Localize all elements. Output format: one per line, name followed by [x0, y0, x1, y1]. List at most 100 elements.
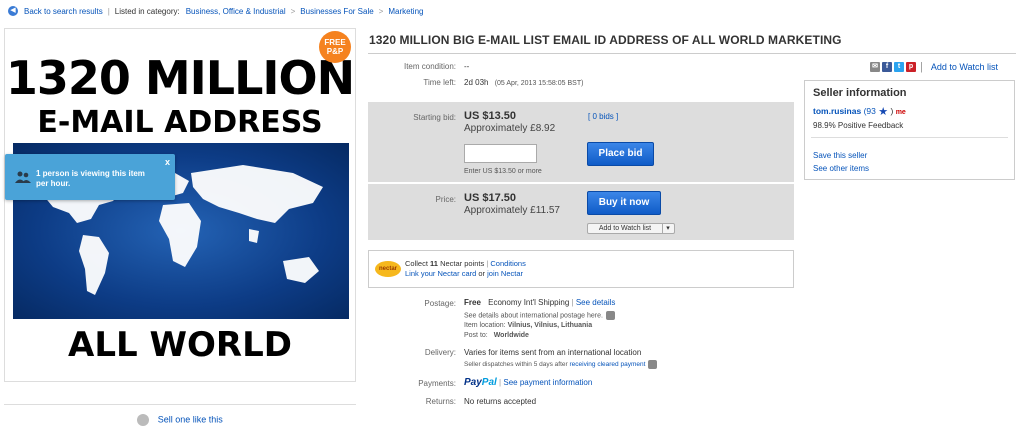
delivery-label: Delivery: — [424, 348, 456, 357]
watch-button-label: Add to Watch list — [598, 225, 652, 232]
nectar-logo-icon: nectar — [375, 261, 401, 277]
bid-section: Starting bid: US $13.50 Approximately £8… — [368, 102, 794, 182]
paypal-logo-part1: Pay — [464, 377, 482, 388]
share-separator: | — [920, 61, 923, 73]
people-icon — [15, 171, 31, 183]
postage-method: Economy Int'l Shipping — [488, 298, 570, 307]
nectar-collect-line: Collect 11 Nectar points | Conditions — [405, 259, 526, 268]
delivery-note: Seller dispatches within 5 days after re… — [464, 360, 658, 369]
buy-price-approx: Approximately £11.57 — [464, 205, 560, 216]
bids-count-link[interactable]: [ 0 bids ] — [588, 112, 618, 121]
starting-bid-price: US $13.50 — [464, 110, 516, 122]
link-nectar-card-link[interactable]: Link your Nectar card — [405, 269, 476, 278]
cleared-payment-link[interactable]: receiving cleared payment — [570, 361, 646, 368]
viewers-popup: 1 person is viewing this item per hour. … — [5, 154, 175, 200]
breadcrumb-pipe: | — [107, 6, 110, 16]
postage-sep: | — [571, 298, 574, 307]
nectar-points: 11 — [430, 259, 438, 268]
time-left-duration: 2d 03h — [464, 78, 489, 87]
buy-section: Price: US $17.50 Approximately £11.57 Bu… — [368, 184, 794, 240]
postage-value: Free Economy Int'l Shipping | See detail… — [464, 298, 615, 307]
bid-hint: Enter US $13.50 or more — [464, 168, 542, 175]
payments-value: PayPal | See payment information — [464, 377, 592, 388]
seller-score-close: ) — [890, 105, 894, 116]
payments-sep: | — [499, 378, 502, 387]
post-to: Post to: Worldwide — [464, 332, 529, 339]
postage-intl-note: See details about international postage … — [464, 311, 615, 320]
payments-label: Payments: — [418, 379, 456, 388]
time-left-detail: (05 Apr, 2013 15:58:05 BST) — [494, 80, 584, 87]
item-title: 1320 MILLION BIG E-MAIL LIST EMAIL ID AD… — [369, 33, 842, 47]
star-icon: ★ — [878, 106, 889, 118]
seller-name-line: tom.rusinas (93 ★ ) me — [813, 105, 906, 118]
see-other-items-link[interactable]: See other items — [813, 164, 869, 173]
seller-name-link[interactable]: tom.rusinas — [813, 106, 861, 116]
viewers-text: 1 person is viewing this item per hour. — [36, 169, 145, 188]
time-left-value: 2d 03h (05 Apr, 2013 15:58:05 BST) — [464, 78, 583, 87]
sell-one-like-this: Sell one like this — [4, 404, 356, 426]
item-location-label: Item location: — [464, 322, 506, 329]
seller-info-panel: Seller information tom.rusinas (93 ★ ) m… — [804, 80, 1015, 180]
info-icon[interactable] — [648, 360, 658, 369]
sell-one-link[interactable]: Sell one like this — [158, 414, 223, 424]
starting-bid-approx: Approximately £8.92 — [464, 123, 556, 134]
returns-label: Returns: — [425, 397, 456, 406]
listed-in-label: Listed in category: — [114, 6, 180, 16]
close-icon[interactable]: x — [165, 157, 170, 167]
nectar-collect-post: Nectar points — [440, 259, 485, 268]
breadcrumb-separator: > — [290, 6, 296, 16]
email-icon[interactable]: ✉ — [870, 62, 880, 72]
image-text-line2: E-MAIL ADDRESS — [37, 105, 323, 140]
item-image[interactable]: 1320 MILLION E-MAIL ADDRESS ALL WORLD FR… — [4, 28, 356, 382]
bid-amount-input[interactable] — [464, 144, 537, 163]
facebook-icon[interactable]: f — [882, 62, 892, 72]
condition-label: Item condition: — [403, 62, 456, 71]
me-badge-icon[interactable]: me — [896, 109, 906, 116]
image-text-line3: ALL WORLD — [68, 325, 292, 365]
item-location: Item location: Vilnius, Vilnius, Lithuan… — [464, 322, 592, 329]
item-location-value: Vilnius, Vilnius, Lithuania — [507, 322, 593, 329]
postage-label: Postage: — [424, 299, 456, 308]
image-text-line1: 1320 MILLION — [5, 51, 355, 105]
postage-see-details-link[interactable]: See details — [576, 298, 616, 307]
seller-feedback-score[interactable]: (93 — [864, 106, 876, 116]
nectar-conditions-link[interactable]: Conditions — [490, 259, 525, 268]
back-to-search-link[interactable]: Back to search results — [24, 7, 103, 16]
nectar-or: or — [478, 269, 486, 278]
seller-info-heading: Seller information — [813, 87, 907, 99]
breadcrumb-business-link[interactable]: Business, Office & Industrial — [186, 7, 286, 16]
dropdown-arrow-icon[interactable]: ▾ — [662, 224, 673, 233]
share-bar: ✉ f t p | Add to Watch list — [870, 61, 998, 73]
time-left-label: Time left: — [423, 78, 456, 87]
twitter-icon[interactable]: t — [894, 62, 904, 72]
add-to-watch-list-button[interactable]: Add to Watch list ▾ — [587, 223, 675, 234]
place-bid-button[interactable]: Place bid — [587, 142, 654, 166]
buy-it-now-button[interactable]: Buy it now — [587, 191, 661, 215]
positive-feedback: 98.9% Positive Feedback — [813, 121, 904, 130]
nectar-collect-pre: Collect — [405, 259, 428, 268]
add-to-watch-list-link[interactable]: Add to Watch list — [931, 62, 998, 72]
post-to-value: Worldwide — [493, 332, 529, 339]
paypal-logo-icon: PayPal — [464, 377, 497, 388]
see-payment-info-link[interactable]: See payment information — [503, 378, 592, 387]
paypal-logo-part2: Pal — [481, 377, 497, 388]
postage-intl-text: See details about international postage … — [464, 312, 603, 320]
seller-divider — [811, 137, 1008, 138]
join-nectar-link[interactable]: join Nectar — [487, 269, 523, 278]
buy-price: US $17.50 — [464, 192, 516, 204]
breadcrumb-businesses-for-sale-link[interactable]: Businesses For Sale — [300, 7, 373, 16]
save-seller-link[interactable]: Save this seller — [813, 151, 867, 160]
postage-free: Free — [464, 298, 481, 307]
title-divider — [368, 53, 1016, 54]
back-arrow-icon[interactable]: ◀ — [8, 6, 18, 16]
nectar-sep: | — [486, 259, 489, 268]
breadcrumb-marketing-link[interactable]: Marketing — [388, 7, 423, 16]
returns-value: No returns accepted — [464, 397, 537, 406]
breadcrumb-separator: > — [378, 6, 384, 16]
pinterest-icon[interactable]: p — [906, 62, 916, 72]
starting-bid-label: Starting bid: — [413, 113, 456, 122]
breadcrumb: ◀ Back to search results | Listed in cat… — [8, 4, 423, 18]
delivery-value: Varies for items sent from an internatio… — [464, 348, 642, 357]
info-icon[interactable] — [605, 311, 615, 320]
delivery-note-text: Seller dispatches within 5 days after — [464, 361, 568, 369]
